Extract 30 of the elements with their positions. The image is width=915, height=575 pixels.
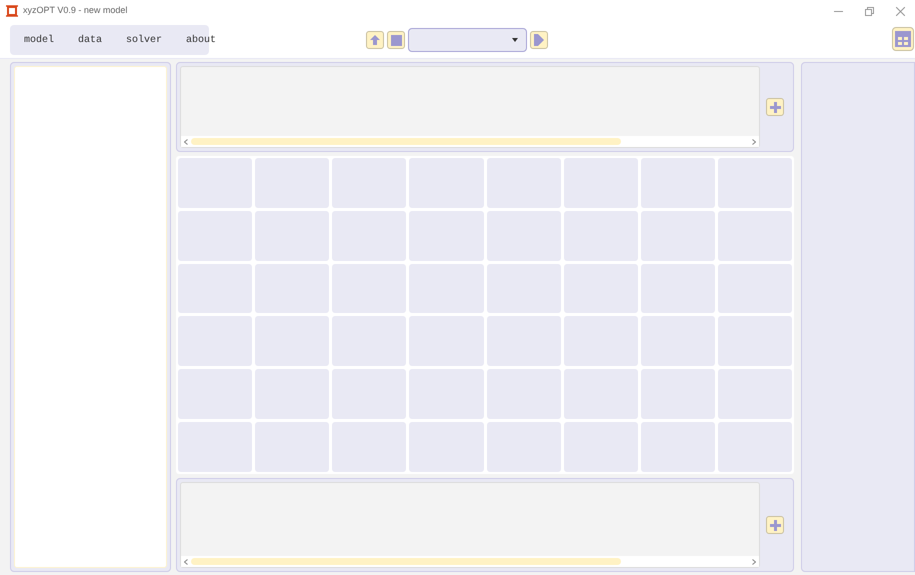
- play-icon: [534, 34, 544, 46]
- chevron-left-icon[interactable]: [184, 138, 188, 144]
- chevron-left-icon[interactable]: [184, 558, 188, 564]
- chevron-right-icon[interactable]: [752, 138, 756, 144]
- upload-button[interactable]: [366, 31, 384, 49]
- menu-item[interactable]: about: [178, 29, 224, 51]
- calendar-icon: [895, 31, 911, 47]
- window-title: xyzOPT V0.9 - new model: [23, 4, 128, 18]
- caret-icon: [512, 38, 518, 42]
- up-arrow-icon: [369, 34, 381, 46]
- add-button[interactable]: [766, 516, 784, 534]
- calendar-button[interactable]: [892, 27, 914, 51]
- add-button[interactable]: [766, 98, 784, 116]
- run-button[interactable]: [530, 31, 548, 49]
- plus-icon: [770, 102, 780, 112]
- menu-item[interactable]: solver: [118, 29, 170, 51]
- menu-item[interactable]: data: [70, 29, 110, 51]
- scrollbar-thumb[interactable]: [191, 558, 621, 565]
- horizontal-scrollbar[interactable]: [181, 556, 759, 567]
- stop-button[interactable]: [387, 31, 405, 49]
- horizontal-scrollbar[interactable]: [181, 136, 759, 147]
- menu-item[interactable]: model: [16, 29, 62, 51]
- plus-icon: [770, 520, 780, 530]
- app-logo-icon: [6, 5, 18, 17]
- chevron-right-icon[interactable]: [752, 558, 756, 564]
- dropdown[interactable]: [408, 28, 527, 52]
- scrollbar-thumb[interactable]: [191, 138, 621, 145]
- restore-icon[interactable]: [865, 6, 874, 16]
- close-icon[interactable]: [896, 6, 905, 16]
- stop-icon: [390, 34, 402, 46]
